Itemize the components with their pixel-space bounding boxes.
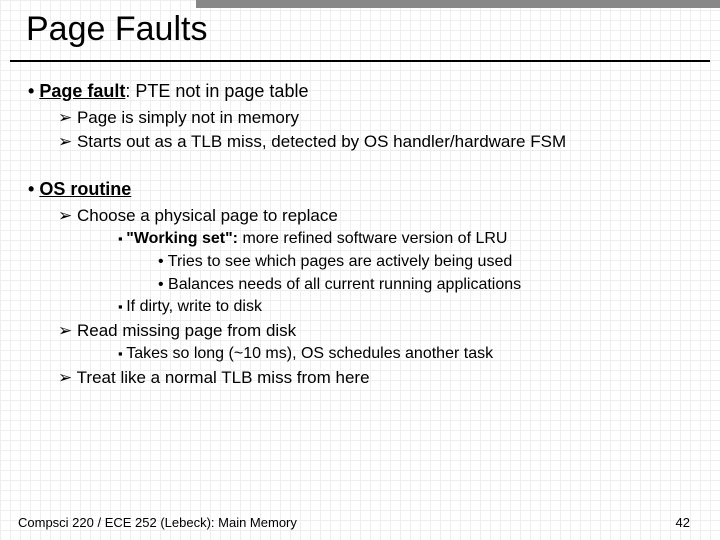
sub-choose-page: Choose a physical page to replace (58, 205, 700, 227)
sub-working-set: "Working set": more refined software ver… (118, 229, 700, 250)
page-fault-label: Page fault (39, 81, 125, 101)
bullet-page-fault: Page fault: PTE not in page table (28, 80, 700, 103)
sub-actively-used: Tries to see which pages are actively be… (158, 252, 700, 273)
sub-takes-long: Takes so long (~10 ms), OS schedules ano… (118, 344, 700, 365)
sub-not-in-memory: Page is simply not in memory (58, 107, 700, 129)
title-underline (10, 60, 710, 62)
working-set-text: more refined software version of LRU (238, 230, 507, 247)
slide-body: Page fault: PTE not in page table Page i… (28, 74, 700, 500)
sub-balances-needs: Balances needs of all current running ap… (158, 275, 700, 296)
slide: Page Faults Page fault: PTE not in page … (0, 0, 720, 540)
slide-title: Page Faults (26, 10, 207, 49)
top-accent-bar (196, 0, 720, 8)
bullet-os-routine: OS routine (28, 178, 700, 201)
sub-treat-normal: Treat like a normal TLB miss from here (58, 367, 700, 389)
os-routine-label: OS routine (39, 179, 131, 199)
footer-left: Compsci 220 / ECE 252 (Lebeck): Main Mem… (18, 515, 297, 530)
sub-tlb-miss: Starts out as a TLB miss, detected by OS… (58, 131, 700, 153)
page-fault-text: : PTE not in page table (125, 81, 308, 101)
working-set-label: "Working set": (126, 230, 238, 247)
footer-page-number: 42 (676, 515, 690, 530)
sub-read-missing: Read missing page from disk (58, 320, 700, 342)
sub-if-dirty: If dirty, write to disk (118, 297, 700, 318)
